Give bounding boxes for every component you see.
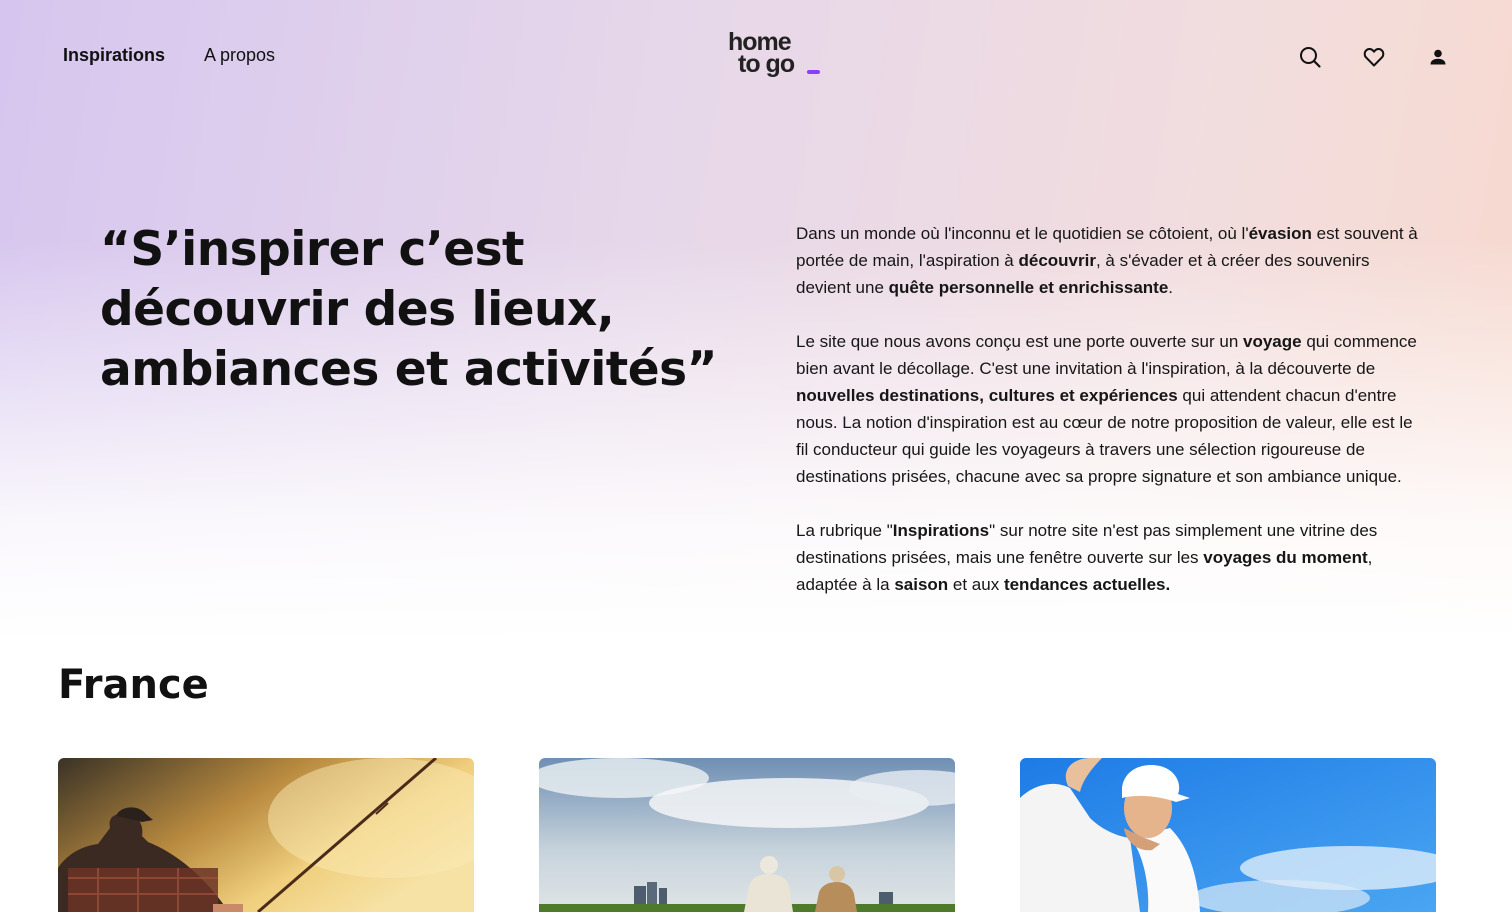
text-run-bold: découvrir	[1018, 251, 1096, 270]
intro-paragraph-3: La rubrique "Inspirations" sur notre sit…	[796, 517, 1421, 598]
logo-accent-dash	[807, 70, 820, 74]
hero-quote: “S’inspirer c’est découvrir des lieux, a…	[100, 220, 750, 400]
text-run: Le site que nous avons conçu est une por…	[796, 332, 1244, 351]
site-header: Inspirations A propos home to go	[0, 0, 1512, 115]
text-run-bold: voyages du moment	[1203, 548, 1368, 567]
hero-quote-line: découvrir des lieux,	[100, 282, 615, 337]
destination-card-1[interactable]	[58, 758, 474, 912]
fisherman-sunset-photo	[58, 758, 474, 912]
favorites-button[interactable]	[1360, 43, 1388, 71]
search-icon	[1300, 47, 1321, 68]
text-run: et aux	[948, 575, 1004, 594]
user-icon	[1430, 49, 1446, 65]
destination-card-3[interactable]	[1020, 758, 1436, 912]
text-run-bold: saison	[894, 575, 949, 594]
heart-icon	[1363, 48, 1385, 67]
nav-link-a-propos[interactable]: A propos	[204, 45, 275, 66]
text-run: Dans un monde où l'inconnu et le quotidi…	[796, 224, 1249, 243]
hometogo-logo[interactable]: home to go	[728, 30, 824, 85]
text-run-bold: évasion	[1248, 224, 1312, 243]
golfer-blue-sky-photo	[1020, 758, 1436, 912]
account-button[interactable]	[1424, 43, 1452, 71]
hero-quote-line: “S’inspirer c’est	[100, 222, 525, 277]
intro-text: Dans un monde où l'inconnu et le quotidi…	[796, 220, 1421, 625]
hero-quote-line: ambiances et activités”	[100, 342, 718, 397]
text-run-bold: nouvelles destinations, cultures et expé…	[796, 386, 1178, 405]
text-run-bold: quête personnelle et enrichissante	[888, 278, 1169, 297]
text-run-bold: Inspirations	[892, 521, 990, 540]
text-run-bold: tendances actuelles.	[1003, 575, 1171, 594]
intro-paragraph-1: Dans un monde où l'inconnu et le quotidi…	[796, 220, 1421, 301]
nav-link-inspirations[interactable]: Inspirations	[63, 45, 165, 66]
section-title-france: France	[58, 662, 209, 708]
search-button[interactable]	[1296, 43, 1324, 71]
seniors-field-city-photo	[539, 758, 955, 912]
intro-paragraph-2: Le site que nous avons conçu est une por…	[796, 328, 1421, 490]
text-run-bold: voyage	[1243, 332, 1302, 351]
destination-card-2[interactable]	[539, 758, 955, 912]
text-run: La rubrique "	[796, 521, 893, 540]
text-run: .	[1168, 278, 1174, 297]
